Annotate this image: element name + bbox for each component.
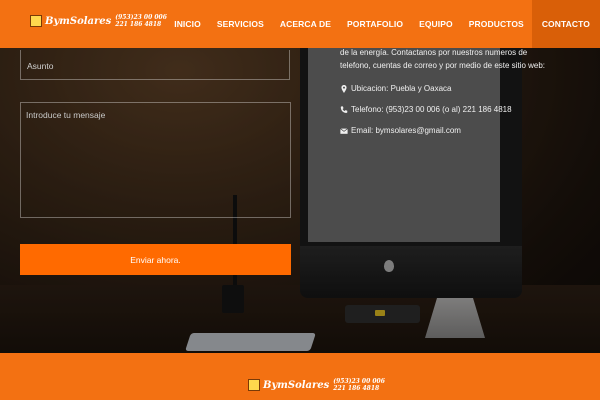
brand-phone-2: 221 186 4818 [115, 21, 162, 28]
brand-logo[interactable]: BymSolares (953)23 00 006 221 186 4818 [30, 14, 167, 28]
message-placeholder: Introduce tu mensaje [26, 110, 106, 120]
send-button[interactable]: Enviar ahora. [20, 244, 291, 275]
brand-name: BymSolares [45, 15, 112, 27]
message-field[interactable]: Introduce tu mensaje [20, 102, 291, 218]
footer [0, 353, 600, 400]
nav-inicio[interactable]: INICIO [166, 0, 209, 48]
contact-phone: Telefono: (953)23 00 006 (o al) 221 186 … [351, 105, 512, 114]
solar-panel-icon [30, 15, 42, 27]
nav-portafolio[interactable]: PORTAFOLIO [339, 0, 411, 48]
contact-intro: de la energía. Contactanos por nuestros … [340, 48, 546, 70]
nav-equipo[interactable]: EQUIPO [411, 0, 461, 48]
footer-brand-name: BymSolares [263, 379, 330, 391]
nav-productos[interactable]: PRODUCTOS [461, 0, 532, 48]
envelope-icon [340, 127, 348, 134]
nav-servicios[interactable]: SERVICIOS [209, 0, 272, 48]
subject-field[interactable]: Asunto [20, 50, 290, 80]
contact-location: Ubicacion: Puebla y Oaxaca [351, 84, 452, 93]
main-nav: INICIO SERVICIOS ACERCA DE PORTAFOLIO EQ… [166, 0, 600, 48]
contact-email[interactable]: Email: bymsolares@gmail.com [351, 126, 461, 135]
footer-phone-1: (953)23 00 006 [333, 378, 385, 385]
contact-info: de la energía. Contactanos por nuestros … [340, 46, 560, 135]
contact-location-row: Ubicacion: Puebla y Oaxaca [340, 84, 560, 93]
brand-phones: (953)23 00 006 221 186 4818 [115, 14, 167, 28]
phone-icon [340, 105, 348, 113]
nav-contacto[interactable]: CONTACTO [531, 0, 600, 48]
footer-logo[interactable]: BymSolares (953)23 00 006 221 186 4818 [248, 378, 385, 392]
footer-phones: (953)23 00 006 221 186 4818 [333, 378, 385, 392]
nav-acerca-de[interactable]: ACERCA DE [272, 0, 339, 48]
footer-phone-2: 221 186 4818 [333, 385, 380, 392]
contact-email-row: Email: bymsolares@gmail.com [340, 126, 560, 135]
map-marker-icon [341, 84, 347, 93]
top-navbar: BymSolares (953)23 00 006 221 186 4818 I… [0, 0, 600, 48]
footer-solar-panel-icon [248, 379, 260, 391]
brand-phone-1: (953)23 00 006 [115, 14, 167, 21]
subject-placeholder: Asunto [27, 61, 54, 71]
contact-phone-row: Telefono: (953)23 00 006 (o al) 221 186 … [340, 105, 560, 114]
